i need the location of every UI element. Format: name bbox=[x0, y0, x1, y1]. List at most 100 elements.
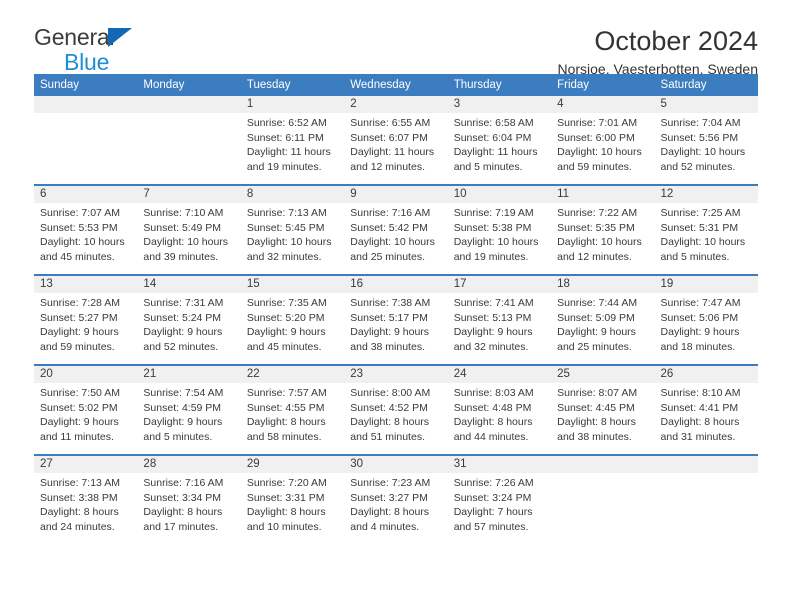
day-number: 30 bbox=[350, 458, 364, 470]
sunset-text: Sunset: 5:35 PM bbox=[557, 221, 635, 234]
daylight-text: Daylight: 9 hours bbox=[40, 326, 119, 339]
daylight-text-cont: and 59 minutes. bbox=[557, 160, 632, 173]
calendar-day-cell[interactable]: 20 Sunrise: 7:50 AM Sunset: 5:02 PM Dayligh… bbox=[34, 366, 138, 454]
calendar-day-cell[interactable]: 28 Sunrise: 7:16 AM Sunset: 3:34 PM Dayligh… bbox=[137, 456, 241, 544]
daylight-text: Daylight: 11 hours bbox=[453, 146, 538, 159]
calendar-day-cell[interactable]: 30 Sunrise: 7:23 AM Sunset: 3:27 PM Dayligh… bbox=[344, 456, 448, 544]
calendar-week-row: 27 Sunrise: 7:13 AM Sunset: 3:38 PM Dayligh… bbox=[34, 454, 758, 544]
daylight-text-cont: and 10 minutes. bbox=[246, 520, 322, 533]
calendar-day-cell[interactable]: 17 Sunrise: 7:41 AM Sunset: 5:13 PM Dayligh… bbox=[447, 276, 552, 364]
sunset-text: Sunset: 4:48 PM bbox=[453, 401, 532, 414]
sunrise-text: Sunrise: 7:04 AM bbox=[660, 117, 741, 129]
day-number: 12 bbox=[660, 188, 674, 200]
calendar-day-cell[interactable]: 26 Sunrise: 8:10 AM Sunset: 4:41 PM Dayligh… bbox=[654, 366, 758, 454]
day-number: 24 bbox=[453, 368, 467, 380]
day-details: Sunrise: 7:57 AM Sunset: 4:55 PM Daylight:… bbox=[241, 383, 344, 444]
day-number: 10 bbox=[453, 188, 467, 200]
calendar-day-cell[interactable]: 6 Sunrise: 7:07 AM Sunset: 5:53 PM Daylight… bbox=[34, 186, 138, 274]
day-details: Sunrise: 7:10 AM Sunset: 5:49 PM Daylight:… bbox=[137, 203, 240, 264]
day-number-band: 6 bbox=[34, 186, 138, 203]
day-number: 13 bbox=[40, 278, 53, 290]
day-number: 8 bbox=[246, 188, 254, 200]
calendar-day-cell[interactable]: 13 Sunrise: 7:28 AM Sunset: 5:27 PM Dayligh… bbox=[34, 276, 138, 364]
day-number-band: 7 bbox=[137, 186, 241, 203]
calendar-day-cell[interactable]: 8 Sunrise: 7:13 AM Sunset: 5:45 PM Daylight… bbox=[240, 186, 345, 274]
sunset-text: Sunset: 5:09 PM bbox=[557, 311, 635, 324]
calendar-day-cell[interactable]: 3 Sunrise: 6:58 AM Sunset: 6:04 PM Daylight… bbox=[447, 96, 552, 184]
calendar-day-cell[interactable]: 5 Sunrise: 7:04 AM Sunset: 5:56 PM Daylight… bbox=[654, 96, 758, 184]
daylight-text: Daylight: 11 hours bbox=[246, 146, 331, 159]
day-number: 17 bbox=[453, 278, 467, 290]
day-number: 27 bbox=[40, 458, 53, 470]
day-number-band bbox=[137, 96, 241, 113]
day-number: 11 bbox=[557, 188, 570, 200]
daylight-text-cont: and 45 minutes. bbox=[246, 340, 322, 353]
sunrise-text: Sunrise: 7:28 AM bbox=[40, 297, 120, 309]
calendar-day-cell[interactable]: 14 Sunrise: 7:31 AM Sunset: 5:24 PM Dayligh… bbox=[137, 276, 241, 364]
calendar-weeks: 1 Sunrise: 6:52 AM Sunset: 6:11 PM Daylight… bbox=[34, 96, 758, 544]
day-details: Sunrise: 7:47 AM Sunset: 5:06 PM Daylight:… bbox=[655, 293, 758, 354]
calendar-day-cell[interactable]: 29 Sunrise: 7:20 AM Sunset: 3:31 PM Dayligh… bbox=[240, 456, 345, 544]
day-details: Sunrise: 7:04 AM Sunset: 5:56 PM Daylight:… bbox=[655, 113, 758, 174]
daylight-text: Daylight: 8 hours bbox=[660, 416, 740, 429]
day-number-band: 1 bbox=[240, 96, 345, 113]
calendar-day-cell[interactable]: 21 Sunrise: 7:54 AM Sunset: 4:59 PM Dayligh… bbox=[137, 366, 241, 454]
calendar-day-cell[interactable]: 12 Sunrise: 7:25 AM Sunset: 5:31 PM Dayligh… bbox=[654, 186, 758, 274]
calendar-day-cell[interactable]: 23 Sunrise: 8:00 AM Sunset: 4:52 PM Dayligh… bbox=[344, 366, 448, 454]
day-number: 28 bbox=[143, 458, 157, 470]
day-number-band: 20 bbox=[34, 366, 138, 383]
day-number: 9 bbox=[350, 188, 357, 200]
day-number-band: 4 bbox=[551, 96, 655, 113]
sunset-text: Sunset: 4:41 PM bbox=[660, 401, 739, 414]
daylight-text-cont: and 25 minutes. bbox=[557, 340, 632, 353]
day-details: Sunrise: 7:41 AM Sunset: 5:13 PM Daylight:… bbox=[448, 293, 551, 354]
day-number-band: 10 bbox=[447, 186, 552, 203]
calendar-day-cell[interactable]: 15 Sunrise: 7:35 AM Sunset: 5:20 PM Dayligh… bbox=[240, 276, 345, 364]
daylight-text-cont: and 12 minutes. bbox=[350, 160, 425, 173]
calendar-day-cell[interactable]: 4 Sunrise: 7:01 AM Sunset: 6:00 PM Daylight… bbox=[551, 96, 655, 184]
daylight-text-cont: and 11 minutes. bbox=[40, 430, 114, 443]
calendar-day-cell[interactable]: 11 Sunrise: 7:22 AM Sunset: 5:35 PM Dayligh… bbox=[551, 186, 655, 274]
day-details: Sunrise: 7:54 AM Sunset: 4:59 PM Daylight:… bbox=[137, 383, 240, 444]
calendar-day-cell[interactable]: 18 Sunrise: 7:44 AM Sunset: 5:09 PM Dayligh… bbox=[551, 276, 655, 364]
daylight-text-cont: and 18 minutes. bbox=[660, 340, 736, 353]
day-details: Sunrise: 7:26 AM Sunset: 3:24 PM Daylight:… bbox=[448, 473, 551, 534]
day-number-band: 30 bbox=[344, 456, 448, 473]
daylight-text: Daylight: 8 hours bbox=[350, 506, 430, 519]
sunset-text: Sunset: 3:27 PM bbox=[350, 491, 428, 504]
calendar-day-cell[interactable]: 25 Sunrise: 8:07 AM Sunset: 4:45 PM Dayligh… bbox=[551, 366, 655, 454]
daylight-text: Daylight: 9 hours bbox=[143, 416, 223, 429]
calendar-day-cell[interactable]: 9 Sunrise: 7:16 AM Sunset: 5:42 PM Daylight… bbox=[344, 186, 448, 274]
day-details: Sunrise: 6:52 AM Sunset: 6:11 PM Daylight:… bbox=[241, 113, 344, 174]
calendar-day-cell[interactable]: 10 Sunrise: 7:19 AM Sunset: 5:38 PM Dayligh… bbox=[447, 186, 552, 274]
daylight-text-cont: and 58 minutes. bbox=[246, 430, 322, 443]
sunrise-text: Sunrise: 7:07 AM bbox=[40, 207, 120, 219]
daylight-text-cont: and 45 minutes. bbox=[40, 250, 115, 263]
calendar-day-cell[interactable]: 24 Sunrise: 8:03 AM Sunset: 4:48 PM Dayligh… bbox=[447, 366, 552, 454]
calendar-day-cell[interactable]: 19 Sunrise: 7:47 AM Sunset: 5:06 PM Dayligh… bbox=[654, 276, 758, 364]
calendar-day-cell[interactable]: 31 Sunrise: 7:26 AM Sunset: 3:24 PM Dayligh… bbox=[447, 456, 552, 544]
calendar-day-cell[interactable]: 16 Sunrise: 7:38 AM Sunset: 5:17 PM Dayligh… bbox=[344, 276, 448, 364]
triangle-icon bbox=[108, 28, 132, 47]
day-details: Sunrise: 7:44 AM Sunset: 5:09 PM Daylight:… bbox=[551, 293, 654, 354]
calendar-day-cell[interactable]: 22 Sunrise: 7:57 AM Sunset: 4:55 PM Dayligh… bbox=[240, 366, 345, 454]
sunrise-text: Sunrise: 6:52 AM bbox=[246, 117, 327, 129]
calendar-day-cell[interactable]: 27 Sunrise: 7:13 AM Sunset: 3:38 PM Dayligh… bbox=[34, 456, 138, 544]
daylight-text-cont: and 39 minutes. bbox=[143, 250, 219, 263]
day-number-band: 29 bbox=[240, 456, 345, 473]
daylight-text-cont: and 52 minutes. bbox=[660, 160, 736, 173]
daylight-text-cont: and 5 minutes. bbox=[453, 160, 523, 173]
day-number: 25 bbox=[557, 368, 570, 380]
day-details: Sunrise: 7:20 AM Sunset: 3:31 PM Daylight:… bbox=[241, 473, 344, 534]
weekday-monday: Monday bbox=[143, 79, 185, 91]
day-number-band: 28 bbox=[137, 456, 241, 473]
calendar-day-cell[interactable]: 1 Sunrise: 6:52 AM Sunset: 6:11 PM Daylight… bbox=[240, 96, 345, 184]
sunset-text: Sunset: 6:11 PM bbox=[246, 131, 324, 144]
day-number: 18 bbox=[557, 278, 570, 290]
day-number: 7 bbox=[143, 188, 150, 200]
page-title: October 2024 bbox=[594, 26, 758, 56]
sunset-text: Sunset: 5:31 PM bbox=[660, 221, 739, 234]
calendar-day-cell[interactable]: 2 Sunrise: 6:55 AM Sunset: 6:07 PM Daylight… bbox=[344, 96, 448, 184]
daylight-text: Daylight: 10 hours bbox=[350, 236, 435, 249]
calendar-day-cell[interactable]: 7 Sunrise: 7:10 AM Sunset: 5:49 PM Daylight… bbox=[137, 186, 241, 274]
